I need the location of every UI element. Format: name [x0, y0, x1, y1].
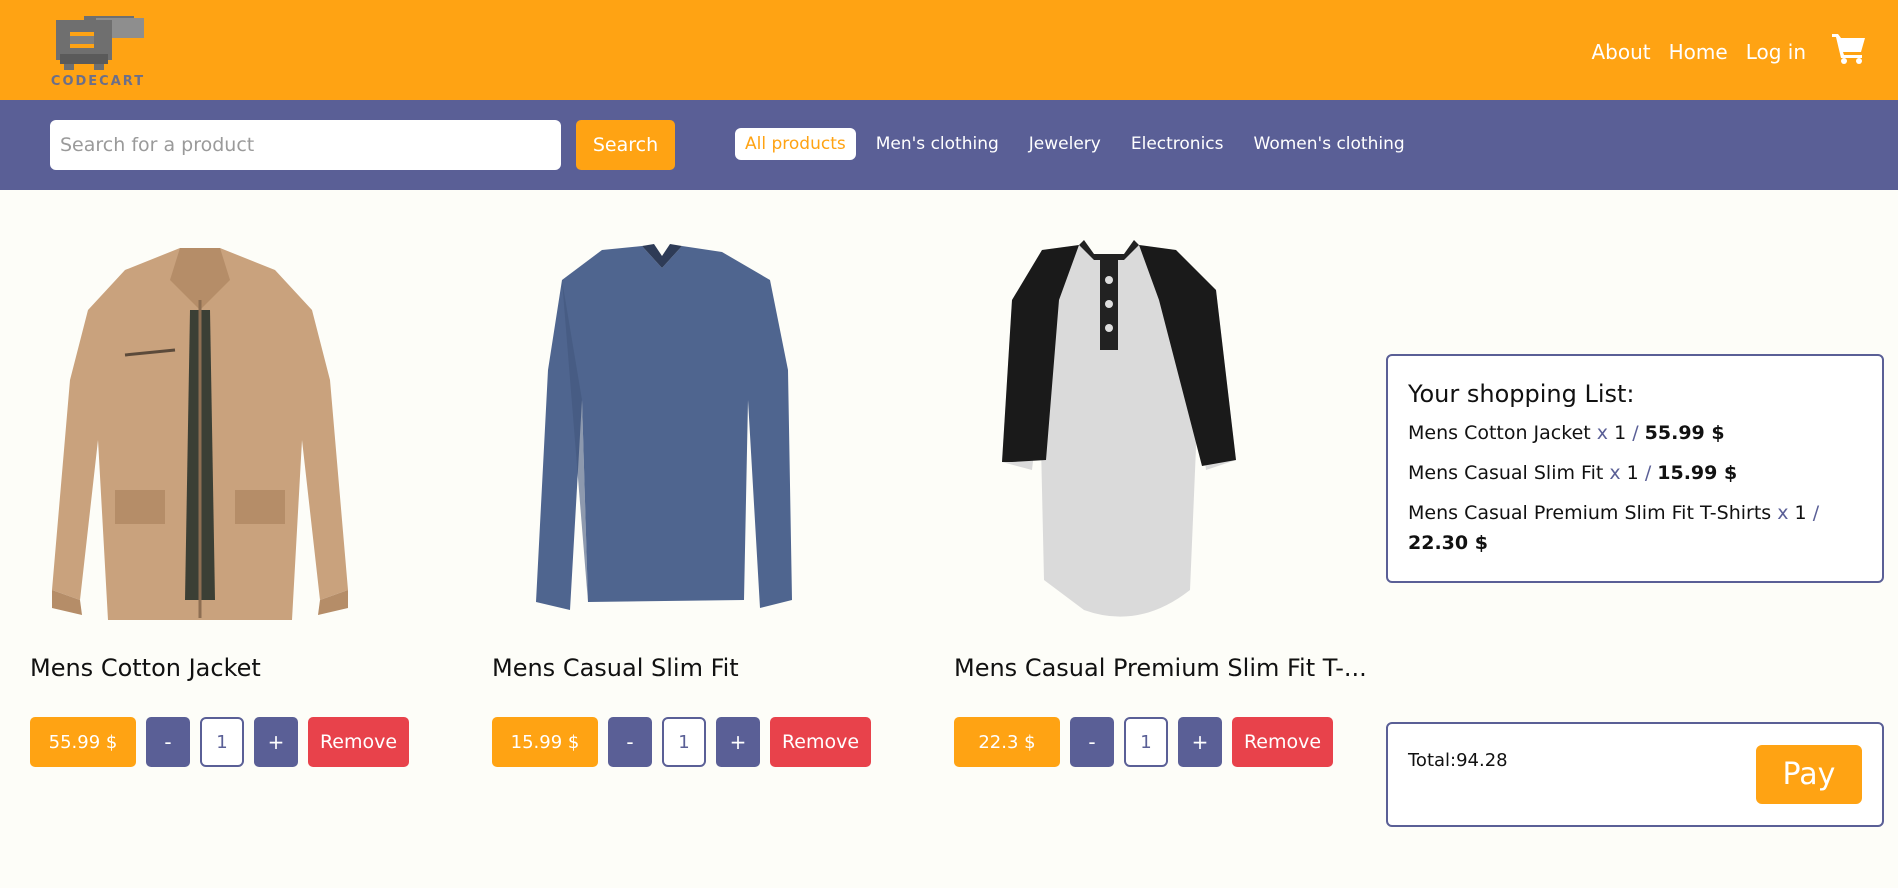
brand-logo[interactable]: CODECART [50, 14, 146, 90]
product-image [536, 244, 792, 610]
quantity-input[interactable] [662, 717, 706, 767]
list-item-name: Mens Cotton Jacket [1408, 422, 1591, 444]
category-womens-clothing[interactable]: Women's clothing [1244, 128, 1415, 160]
list-item-price: 15.99 $ [1657, 462, 1738, 484]
remove-button[interactable]: Remove [770, 717, 871, 767]
price-badge: 55.99 $ [30, 717, 136, 767]
nav-about[interactable]: About [1591, 40, 1650, 64]
shopping-cart-icon[interactable] [1832, 32, 1866, 64]
price-badge: 15.99 $ [492, 717, 598, 767]
quantity-input[interactable] [1124, 717, 1168, 767]
category-mens-clothing[interactable]: Men's clothing [866, 128, 1009, 160]
price-badge: 22.3 $ [954, 717, 1060, 767]
list-item-separator: / [1632, 422, 1639, 444]
product-image [52, 248, 348, 620]
list-item-name: Mens Casual Slim Fit [1408, 462, 1604, 484]
list-item-price: 55.99 $ [1644, 422, 1725, 444]
list-item-times: x [1777, 502, 1789, 524]
list-item-separator: / [1812, 502, 1820, 524]
top-nav: About Home Log in [1573, 40, 1806, 64]
list-item-qty: 1 [1626, 462, 1639, 484]
increase-quantity-button[interactable]: + [716, 717, 760, 767]
shopping-list-panel: Your shopping List: Mens Cotton Jacket x… [1386, 354, 1884, 583]
quantity-input[interactable] [200, 717, 244, 767]
remove-button[interactable]: Remove [308, 717, 409, 767]
total-panel: Total:94.28 Pay [1386, 722, 1884, 827]
list-item: Mens Casual Premium Slim Fit T-Shirts x … [1408, 498, 1862, 558]
list-item-times: x [1596, 422, 1609, 444]
list-item-qty: 1 [1614, 422, 1627, 444]
product-controls: 15.99 $ - + Remove [492, 717, 871, 767]
list-item-separator: / [1644, 462, 1652, 484]
total-amount: Total:94.28 [1408, 750, 1508, 771]
list-item-times: x [1609, 462, 1621, 484]
category-electronics[interactable]: Electronics [1121, 128, 1234, 160]
list-item-name: Mens Casual Premium Slim Fit T-Shirts [1408, 502, 1772, 524]
nav-login[interactable]: Log in [1746, 40, 1806, 64]
cart-logo-icon [56, 16, 144, 70]
product-image [1002, 240, 1236, 617]
search-button[interactable]: Search [576, 120, 675, 170]
top-header: CODECART About Home Log in [0, 0, 1898, 100]
product-title[interactable]: Mens Casual Premium Slim Fit T-... [954, 654, 1367, 682]
list-item: Mens Casual Slim Fit x 1 / 15.99 $ [1408, 458, 1862, 488]
decrease-quantity-button[interactable]: - [1070, 717, 1114, 767]
category-all-products[interactable]: All products [735, 128, 856, 160]
pay-button[interactable]: Pay [1756, 745, 1862, 804]
brand-name: CODECART [50, 74, 146, 89]
nav-home[interactable]: Home [1669, 40, 1728, 64]
increase-quantity-button[interactable]: + [1178, 717, 1222, 767]
decrease-quantity-button[interactable]: - [608, 717, 652, 767]
decrease-quantity-button[interactable]: - [146, 717, 190, 767]
list-item: Mens Cotton Jacket x 1 / 55.99 $ [1408, 418, 1862, 448]
remove-button[interactable]: Remove [1232, 717, 1333, 767]
product-title[interactable]: Mens Casual Slim Fit [492, 654, 739, 682]
product-controls: 22.3 $ - + Remove [954, 717, 1333, 767]
category-jewelery[interactable]: Jewelery [1019, 128, 1111, 160]
product-title[interactable]: Mens Cotton Jacket [30, 654, 261, 682]
list-item-price: 22.30 $ [1408, 532, 1488, 554]
search-input[interactable] [50, 120, 561, 170]
search-bar: Search All products Men's clothing Jewel… [0, 100, 1898, 190]
category-filters: All products Men's clothing Jewelery Ele… [735, 128, 1425, 160]
list-item-qty: 1 [1794, 502, 1807, 524]
shopping-list-title: Your shopping List: [1408, 380, 1635, 408]
increase-quantity-button[interactable]: + [254, 717, 298, 767]
product-controls: 55.99 $ - + Remove [30, 717, 409, 767]
